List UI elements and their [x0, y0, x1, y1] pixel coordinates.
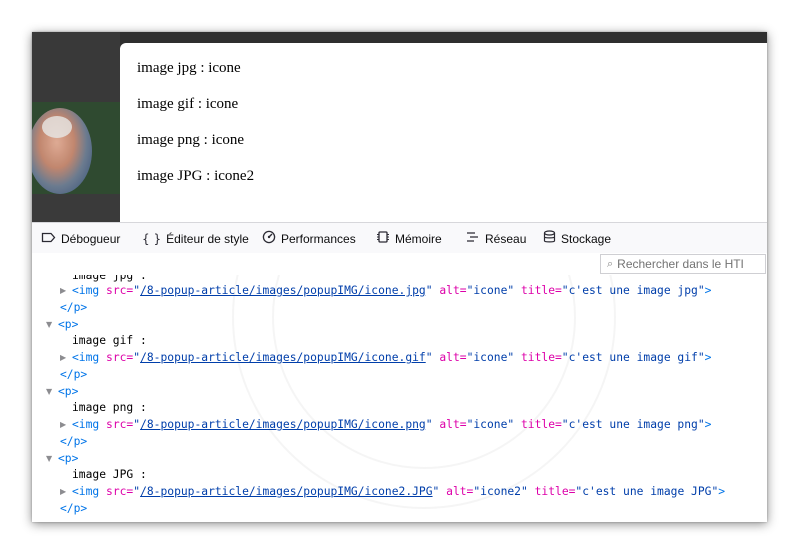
inspector-search-row: ⌕ Rechercher dans le HTI [32, 253, 767, 275]
web-page-viewport: image jpg : icone image gif : icone imag… [32, 32, 767, 222]
expand-caret-icon[interactable]: ▶ [60, 283, 66, 299]
collapse-caret-icon[interactable]: ▼ [46, 317, 52, 333]
p-close-tag[interactable]: </p> [60, 300, 87, 316]
browser-window: image jpg : icone image gif : icone imag… [32, 32, 767, 522]
text-node: image png : [72, 401, 147, 414]
tab-style-editor[interactable]: { } Éditeur de style [142, 223, 249, 254]
tab-label: Éditeur de style [166, 231, 249, 246]
search-placeholder: Rechercher dans le HTI [617, 257, 744, 271]
watermark-ring [232, 275, 616, 509]
expand-caret-icon[interactable]: ▶ [60, 417, 66, 433]
memory-chip-icon [376, 230, 390, 247]
tab-storage[interactable]: Stockage [543, 223, 611, 254]
img-node-gif[interactable]: ▶ <img src="/8-popup-article/images/popu… [60, 350, 711, 366]
tab-label: Mémoire [395, 231, 442, 246]
network-icon [466, 231, 480, 246]
tab-performance[interactable]: Performances [262, 223, 356, 254]
img-node-jpg[interactable]: ▶ <img src="/8-popup-article/images/popu… [60, 283, 711, 299]
popup-line-jpg-upper: image JPG : icone2 [137, 168, 255, 184]
img-node-png[interactable]: ▶ <img src="/8-popup-article/images/popu… [60, 417, 711, 433]
braces-icon: { } [142, 231, 162, 246]
popup-line-jpg: image jpg : icone [137, 60, 241, 76]
popup-line-png: image png : icone [137, 132, 245, 148]
performance-gauge-icon [262, 230, 276, 247]
tab-label: Réseau [485, 231, 527, 246]
markup-tree: image jpg : ▶ <img src="/8-popup-article… [32, 275, 767, 522]
watermark-ring [272, 275, 576, 469]
popup-line-gif: image gif : icone [137, 96, 239, 112]
page-background-bottom [32, 194, 120, 222]
img-node-jpg-upper[interactable]: ▶ <img src="/8-popup-article/images/popu… [60, 484, 725, 500]
tab-label: Performances [281, 231, 356, 246]
src-link[interactable]: /8-popup-article/images/popupIMG/icone2.… [140, 485, 432, 498]
src-link[interactable]: /8-popup-article/images/popupIMG/icone.j… [140, 284, 426, 297]
src-link[interactable]: /8-popup-article/images/popupIMG/icone.p… [140, 418, 426, 431]
expand-caret-icon[interactable]: ▶ [60, 484, 66, 500]
p-close-tag[interactable]: </p> [60, 367, 87, 383]
tab-network[interactable]: Réseau [466, 223, 526, 254]
debugger-icon [41, 232, 56, 246]
p-node[interactable]: ▼ <p> [46, 384, 78, 400]
collapse-caret-icon[interactable]: ▼ [46, 451, 52, 467]
html-search-input[interactable]: ⌕ Rechercher dans le HTI [600, 254, 766, 274]
p-node[interactable]: ▼ <p> [46, 451, 78, 467]
tab-debugger[interactable]: Débogueur [41, 223, 120, 254]
tab-label: Stockage [561, 231, 612, 246]
tab-label: Débogueur [61, 231, 121, 246]
popup-article: image jpg : icone image gif : icone imag… [120, 43, 767, 222]
p-node[interactable]: ▼ <p> [46, 317, 78, 333]
p-close-tag[interactable]: </p> [60, 501, 87, 517]
collapse-caret-icon[interactable]: ▼ [46, 384, 52, 400]
page-background-dark [32, 32, 120, 102]
tab-memory[interactable]: Mémoire [376, 223, 442, 254]
p-close-tag[interactable]: </p> [60, 434, 87, 450]
expand-caret-icon[interactable]: ▶ [60, 350, 66, 366]
storage-database-icon [543, 230, 556, 247]
devtools-toolbar: Débogueur { } Éditeur de style Performan… [32, 222, 767, 255]
text-node: image JPG : [72, 468, 147, 481]
text-node: image gif : [72, 334, 147, 347]
src-link[interactable]: /8-popup-article/images/popupIMG/icone.g… [140, 351, 426, 364]
search-icon: ⌕ [607, 257, 614, 270]
